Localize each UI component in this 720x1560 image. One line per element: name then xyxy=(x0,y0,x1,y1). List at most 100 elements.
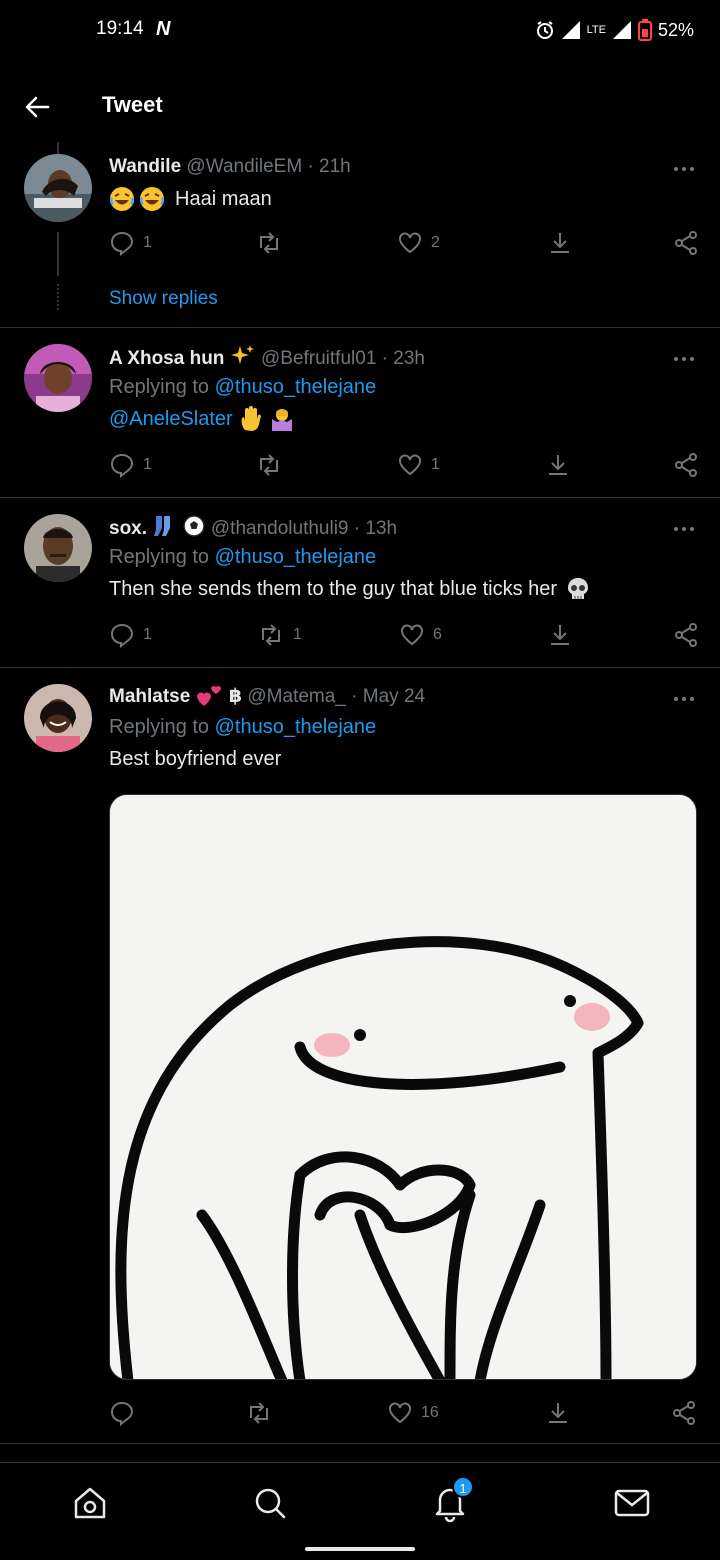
reply-button[interactable]: 1 xyxy=(109,450,152,480)
reply-count: 1 xyxy=(143,626,152,643)
heart-icon xyxy=(401,624,423,646)
name-suffix: ฿ xyxy=(228,686,243,707)
retweet-button[interactable]: 1 xyxy=(257,620,302,650)
retweet-button[interactable] xyxy=(255,450,291,480)
tweet-image[interactable] xyxy=(109,794,697,1380)
two-hearts-icon xyxy=(196,686,221,706)
skull-emoji-icon xyxy=(568,578,589,599)
signal-icon xyxy=(561,21,580,39)
like-button[interactable]: 1 xyxy=(397,450,440,480)
status-icons: LTE 52% xyxy=(535,14,694,46)
like-button[interactable]: 6 xyxy=(399,620,442,650)
share-button[interactable] xyxy=(547,620,573,650)
share-button[interactable] xyxy=(545,1398,571,1428)
search-icon[interactable] xyxy=(250,1483,290,1523)
tweet-1[interactable]: Wandile @WandileEM · 21h Haai maan 1 2 S… xyxy=(0,142,720,328)
timestamp: · 13h xyxy=(353,518,398,539)
timestamp: · 21h xyxy=(307,156,351,177)
tweet-text-line: @AneleSlater xyxy=(109,406,295,432)
soccer-ball-icon xyxy=(182,515,205,537)
messages-icon[interactable] xyxy=(612,1483,652,1523)
share-button[interactable] xyxy=(547,228,573,258)
share-button[interactable] xyxy=(545,450,571,480)
tweet-actions: 1 2 xyxy=(109,228,699,258)
tweet-3[interactable]: sox. @thandoluthuli9 · 13h Replying to @… xyxy=(0,498,720,668)
tweet-header: sox. @thandoluthuli9 · 13h xyxy=(109,514,397,540)
retweet-icon xyxy=(250,1402,268,1424)
reply-button[interactable]: 1 xyxy=(109,620,152,650)
display-name[interactable]: A Xhosa hun xyxy=(109,348,224,369)
handle[interactable]: @Befruitful01 xyxy=(261,348,376,369)
meme-drawing xyxy=(110,795,696,1379)
reply-button[interactable] xyxy=(109,1398,143,1428)
like-count: 1 xyxy=(431,456,440,473)
more-options-icon[interactable] xyxy=(672,354,696,364)
avatar[interactable] xyxy=(24,344,92,412)
share-options-button[interactable] xyxy=(673,450,699,480)
status-bar: 19:14 N LTE 52% xyxy=(0,0,720,60)
more-options-icon[interactable] xyxy=(672,524,696,534)
share-options-button[interactable] xyxy=(671,1398,697,1428)
tweet-actions: 1 1 6 xyxy=(109,620,699,650)
avatar[interactable] xyxy=(24,514,92,582)
back-arrow-icon[interactable] xyxy=(22,92,52,122)
retweet-icon xyxy=(260,232,278,254)
avatar[interactable] xyxy=(24,154,92,222)
display-name[interactable]: Mahlatse xyxy=(109,686,190,707)
share-icon xyxy=(675,623,697,647)
like-button[interactable]: 16 xyxy=(387,1398,439,1428)
reply-button[interactable]: 1 xyxy=(109,228,152,258)
tweet-text: Then she sends them to the guy that blue… xyxy=(109,577,558,600)
replying-to-handle[interactable]: @thuso_thelejane xyxy=(215,716,377,738)
share-arrow-icon xyxy=(549,455,567,475)
retweet-button[interactable] xyxy=(245,1398,281,1428)
tweet-text-line: Haai maan xyxy=(109,186,272,212)
show-replies-link[interactable]: Show replies xyxy=(109,288,218,310)
reply-count: 1 xyxy=(143,234,152,251)
status-time: 19:14 xyxy=(96,18,144,39)
top-bar: Tweet xyxy=(0,62,720,150)
mention-link[interactable]: @AneleSlater xyxy=(109,408,233,431)
carrier-icon: N xyxy=(156,18,171,40)
retweet-icon xyxy=(260,454,278,476)
like-count: 2 xyxy=(431,234,440,251)
laughing-emoji-icon xyxy=(139,187,165,211)
timestamp: · May 24 xyxy=(351,686,426,707)
avatar[interactable] xyxy=(24,684,92,752)
tweet-2[interactable]: A Xhosa hun @Befruitful01 · 23h Replying… xyxy=(0,328,720,498)
share-options-button[interactable] xyxy=(673,228,699,258)
display-name[interactable]: sox. xyxy=(109,518,147,539)
share-icon xyxy=(673,1401,695,1425)
home-icon[interactable] xyxy=(70,1483,110,1523)
raised-hand-emoji-icon xyxy=(241,406,261,431)
reply-icon xyxy=(110,453,134,478)
laughing-emoji-icon xyxy=(109,187,135,211)
handle[interactable]: @WandileEM xyxy=(186,156,302,177)
replying-prefix: Replying to xyxy=(109,716,210,738)
thread-line-top xyxy=(57,142,59,154)
handle[interactable]: @thandoluthuli9 xyxy=(211,518,349,539)
retweet-icon xyxy=(262,624,280,646)
heart-icon xyxy=(389,1402,411,1424)
battery-level: 52% xyxy=(657,19,694,40)
home-indicator xyxy=(305,1547,415,1551)
replying-to: Replying to @thuso_thelejane xyxy=(109,376,376,399)
replying-to-handle[interactable]: @thuso_thelejane xyxy=(215,546,377,568)
like-button[interactable]: 2 xyxy=(397,228,440,258)
handle[interactable]: @Matema_ xyxy=(247,686,346,707)
timestamp: · 23h xyxy=(381,348,425,369)
reply-icon xyxy=(110,1401,134,1426)
tweet-header: Wandile @WandileEM · 21h xyxy=(109,156,351,178)
sparkles-icon xyxy=(230,345,254,364)
retweet-button[interactable] xyxy=(255,228,291,258)
more-options-icon[interactable] xyxy=(672,694,696,704)
share-arrow-icon xyxy=(551,625,569,645)
more-options-icon[interactable] xyxy=(672,164,696,174)
heart-icon xyxy=(399,232,421,254)
battery-icon xyxy=(637,19,652,41)
replying-to-handle[interactable]: @thuso_thelejane xyxy=(215,376,377,398)
share-options-button[interactable] xyxy=(673,620,699,650)
display-name[interactable]: Wandile xyxy=(109,156,181,177)
bottom-nav: 1 xyxy=(0,1462,720,1560)
notifications-badge: 1 xyxy=(452,1476,474,1498)
